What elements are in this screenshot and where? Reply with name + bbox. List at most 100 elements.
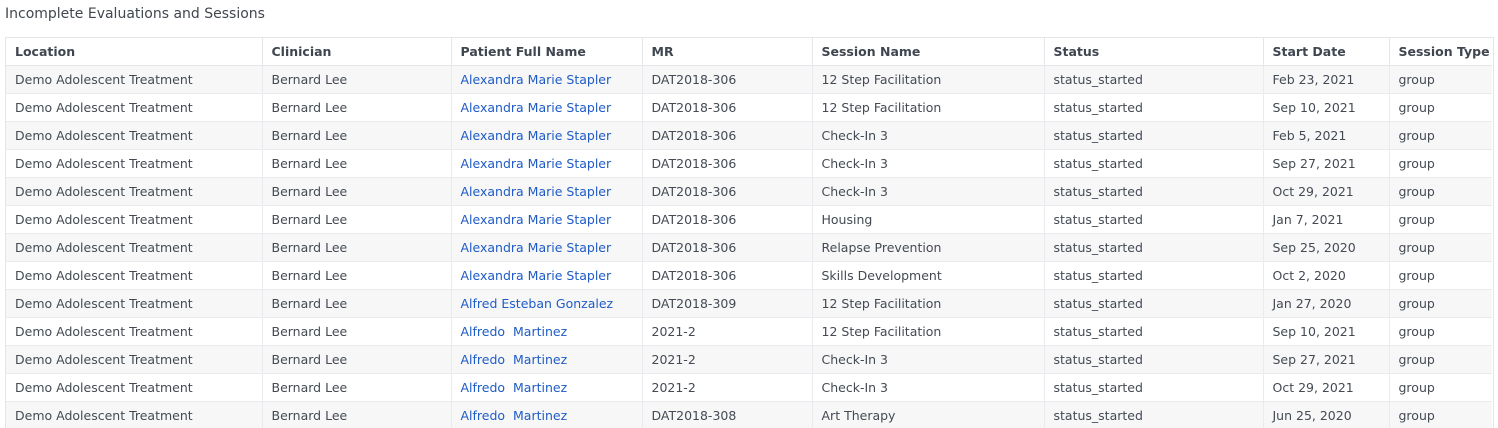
- cell-status: status_started: [1044, 345, 1264, 374]
- table-row: Demo Adolescent Treatment Bernard Lee Alex…: [6, 93, 1492, 122]
- cell-patient-name: Alfredo Martinez: [451, 373, 643, 402]
- cell-clinician: Bernard Lee: [262, 93, 452, 122]
- cell-status: status_started: [1044, 149, 1264, 178]
- cell-session-type: group: [1389, 317, 1492, 346]
- column-header-session-type[interactable]: Session Type: [1389, 38, 1492, 66]
- cell-session-type: group: [1389, 121, 1492, 150]
- cell-patient-name: Alfredo Martinez: [451, 345, 643, 374]
- cell-session-name: Skills Development: [812, 261, 1045, 290]
- cell-mr: DAT2018-306: [642, 149, 813, 178]
- patient-name-link[interactable]: Alexandra Marie Stapler: [461, 156, 612, 171]
- cell-patient-name: Alexandra Marie Stapler: [451, 177, 643, 206]
- cell-patient-name: Alexandra Marie Stapler: [451, 65, 643, 94]
- cell-clinician: Bernard Lee: [262, 401, 452, 428]
- cell-session-name: Relapse Prevention: [812, 233, 1045, 262]
- cell-patient-name: Alexandra Marie Stapler: [451, 121, 643, 150]
- cell-start-date: Sep 27, 2021: [1263, 345, 1390, 374]
- cell-status: status_started: [1044, 373, 1264, 402]
- table-row: Demo Adolescent Treatment Bernard Lee Alex…: [6, 177, 1492, 206]
- patient-name-link[interactable]: Alexandra Marie Stapler: [461, 240, 612, 255]
- cell-mr: DAT2018-306: [642, 233, 813, 262]
- cell-session-name: 12 Step Facilitation: [812, 65, 1045, 94]
- patient-name-link[interactable]: Alfred Esteban Gonzalez: [461, 296, 614, 311]
- cell-patient-name: Alexandra Marie Stapler: [451, 149, 643, 178]
- cell-status: status_started: [1044, 65, 1264, 94]
- table-row: Demo Adolescent Treatment Bernard Lee Alfr…: [6, 373, 1492, 402]
- cell-start-date: Feb 5, 2021: [1263, 121, 1390, 150]
- cell-location: Demo Adolescent Treatment: [6, 345, 263, 374]
- table-row: Demo Adolescent Treatment Bernard Lee Alex…: [6, 65, 1492, 94]
- cell-clinician: Bernard Lee: [262, 233, 452, 262]
- table-row: Demo Adolescent Treatment Bernard Lee Alfr…: [6, 289, 1492, 318]
- cell-start-date: Sep 10, 2021: [1263, 317, 1390, 346]
- cell-session-name: Check-In 3: [812, 121, 1045, 150]
- cell-start-date: Sep 10, 2021: [1263, 93, 1390, 122]
- cell-mr: DAT2018-306: [642, 261, 813, 290]
- cell-clinician: Bernard Lee: [262, 261, 452, 290]
- cell-clinician: Bernard Lee: [262, 205, 452, 234]
- cell-clinician: Bernard Lee: [262, 177, 452, 206]
- cell-session-name: Housing: [812, 205, 1045, 234]
- cell-session-name: 12 Step Facilitation: [812, 317, 1045, 346]
- cell-status: status_started: [1044, 317, 1264, 346]
- cell-patient-name: Alexandra Marie Stapler: [451, 261, 643, 290]
- cell-session-name: Check-In 3: [812, 345, 1045, 374]
- sessions-table-container[interactable]: Location Clinician Patient Full Name MR …: [5, 37, 1494, 428]
- patient-name-link[interactable]: Alexandra Marie Stapler: [461, 128, 612, 143]
- cell-session-type: group: [1389, 93, 1492, 122]
- cell-session-type: group: [1389, 289, 1492, 318]
- patient-name-link[interactable]: Alexandra Marie Stapler: [461, 72, 612, 87]
- column-header-location[interactable]: Location: [6, 38, 263, 66]
- patient-name-link[interactable]: Alexandra Marie Stapler: [461, 184, 612, 199]
- column-header-patient-full-name[interactable]: Patient Full Name: [451, 38, 643, 66]
- cell-mr: DAT2018-308: [642, 401, 813, 428]
- cell-session-type: group: [1389, 233, 1492, 262]
- column-header-session-name[interactable]: Session Name: [812, 38, 1045, 66]
- cell-session-type: group: [1389, 149, 1492, 178]
- cell-mr: 2021-2: [642, 373, 813, 402]
- cell-location: Demo Adolescent Treatment: [6, 373, 263, 402]
- column-header-mr[interactable]: MR: [642, 38, 813, 66]
- cell-session-name: 12 Step Facilitation: [812, 289, 1045, 318]
- column-header-clinician[interactable]: Clinician: [262, 38, 452, 66]
- patient-name-link[interactable]: Alfredo Martinez: [461, 324, 568, 339]
- patient-name-link[interactable]: Alexandra Marie Stapler: [461, 100, 612, 115]
- cell-session-type: group: [1389, 65, 1492, 94]
- patient-name-link[interactable]: Alfredo Martinez: [461, 380, 568, 395]
- cell-session-type: group: [1389, 205, 1492, 234]
- patient-name-link[interactable]: Alfredo Martinez: [461, 408, 568, 423]
- cell-session-name: 12 Step Facilitation: [812, 93, 1045, 122]
- cell-start-date: Oct 2, 2020: [1263, 261, 1390, 290]
- table-row: Demo Adolescent Treatment Bernard Lee Alfr…: [6, 401, 1492, 428]
- patient-name-link[interactable]: Alfredo Martinez: [461, 352, 568, 367]
- column-header-status[interactable]: Status: [1044, 38, 1264, 66]
- cell-session-name: Art Therapy: [812, 401, 1045, 428]
- table-row: Demo Adolescent Treatment Bernard Lee Alex…: [6, 261, 1492, 290]
- cell-session-type: group: [1389, 373, 1492, 402]
- column-header-start-date[interactable]: Start Date: [1263, 38, 1390, 66]
- cell-start-date: Oct 29, 2021: [1263, 177, 1390, 206]
- incomplete-evaluations-panel: Incomplete Evaluations and Sessions Loca…: [0, 0, 1498, 428]
- cell-patient-name: Alexandra Marie Stapler: [451, 233, 643, 262]
- patient-name-link[interactable]: Alexandra Marie Stapler: [461, 212, 612, 227]
- cell-location: Demo Adolescent Treatment: [6, 233, 263, 262]
- cell-mr: 2021-2: [642, 345, 813, 374]
- patient-name-link[interactable]: Alexandra Marie Stapler: [461, 268, 612, 283]
- cell-session-type: group: [1389, 177, 1492, 206]
- cell-status: status_started: [1044, 205, 1264, 234]
- table-row: Demo Adolescent Treatment Bernard Lee Alfr…: [6, 317, 1492, 346]
- cell-mr: DAT2018-306: [642, 65, 813, 94]
- table-row: Demo Adolescent Treatment Bernard Lee Alfr…: [6, 345, 1492, 374]
- cell-start-date: Jan 27, 2020: [1263, 289, 1390, 318]
- cell-clinician: Bernard Lee: [262, 149, 452, 178]
- cell-patient-name: Alfred Esteban Gonzalez: [451, 289, 643, 318]
- table-row: Demo Adolescent Treatment Bernard Lee Alex…: [6, 205, 1492, 234]
- table-row: Demo Adolescent Treatment Bernard Lee Alex…: [6, 233, 1492, 262]
- cell-status: status_started: [1044, 261, 1264, 290]
- cell-location: Demo Adolescent Treatment: [6, 317, 263, 346]
- table-row: Demo Adolescent Treatment Bernard Lee Alex…: [6, 149, 1492, 178]
- panel-title: Incomplete Evaluations and Sessions: [5, 6, 265, 22]
- cell-clinician: Bernard Lee: [262, 373, 452, 402]
- cell-session-type: group: [1389, 345, 1492, 374]
- cell-session-name: Check-In 3: [812, 149, 1045, 178]
